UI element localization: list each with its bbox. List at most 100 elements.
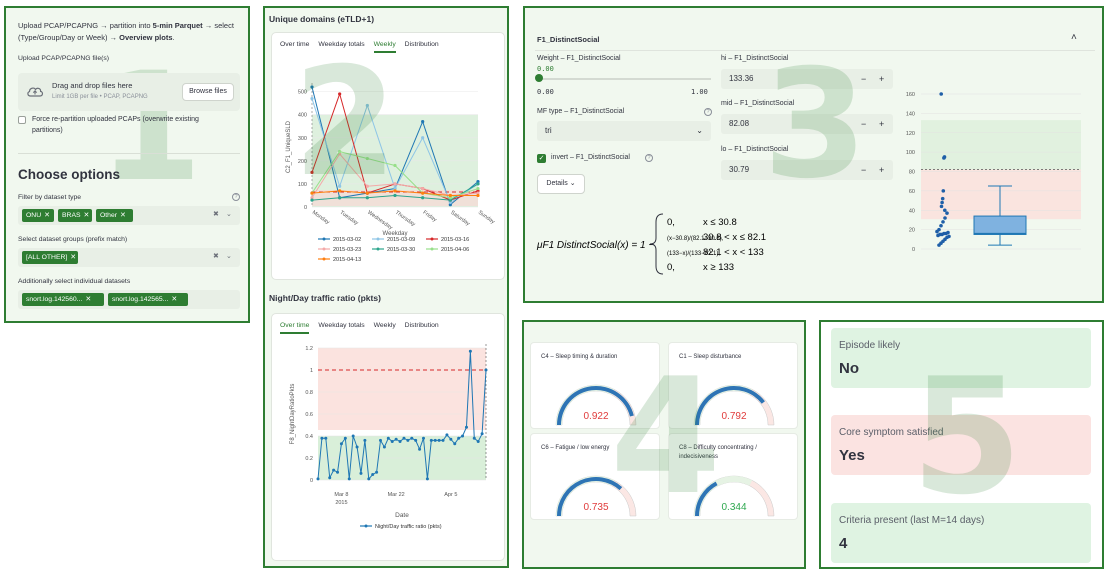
remove-tag-icon[interactable]: ✕ bbox=[85, 296, 91, 303]
tab-weekday-totals[interactable]: Weekday totals bbox=[318, 322, 364, 329]
clear-all-icon[interactable]: ✖ bbox=[213, 210, 219, 218]
box-strip-chart[interactable]: 0 20 40 60 80 100 120 140 160 bbox=[895, 86, 1095, 266]
invert-checkbox[interactable]: ✓ bbox=[537, 154, 546, 163]
data-point bbox=[939, 92, 943, 96]
tab-weekly[interactable]: Weekly bbox=[373, 41, 396, 53]
clear-all-icon[interactable]: ✖ bbox=[213, 252, 219, 260]
minus-icon[interactable]: − bbox=[861, 69, 866, 89]
data-point bbox=[476, 193, 480, 198]
dataset-type-multiselect[interactable]: ONU ✕ BRAS ✕ Other ✕ ✖ ⌄ bbox=[18, 206, 240, 225]
intro-part-a: Upload PCAP/PCAPNG → partition into bbox=[18, 21, 153, 30]
help-icon[interactable]: ? bbox=[232, 193, 240, 201]
chevron-down-icon: ⌄ bbox=[696, 126, 703, 135]
data-point bbox=[310, 96, 314, 101]
minus-icon[interactable]: − bbox=[861, 160, 866, 180]
formula-lhs: μF1 DistinctSocial(x) = 1 − bbox=[536, 240, 654, 251]
data-point bbox=[421, 186, 425, 191]
tag-other[interactable]: Other ✕ bbox=[96, 209, 133, 222]
data-point bbox=[382, 445, 386, 449]
x-axis-label: Date bbox=[395, 512, 409, 519]
lo-input[interactable]: 30.79 − + bbox=[721, 160, 893, 180]
mid-input[interactable]: 82.08 − + bbox=[721, 114, 893, 134]
data-point bbox=[406, 438, 410, 442]
data-point bbox=[429, 438, 433, 442]
data-point bbox=[371, 473, 375, 476]
data-point bbox=[365, 103, 369, 108]
y-tick-label: 0 bbox=[912, 247, 915, 253]
tag-all-other[interactable]: [ALL OTHER] ✕ bbox=[22, 251, 78, 264]
y-tick-label: 100 bbox=[906, 150, 915, 156]
chevron-down-icon[interactable]: ⌄ bbox=[226, 252, 232, 260]
tag-dataset[interactable]: snort.log.142565... ✕ bbox=[108, 293, 188, 306]
data-point bbox=[941, 220, 945, 224]
cloud-upload-icon bbox=[27, 87, 44, 97]
gauge-title: C4 – Sleep timing & duration bbox=[541, 354, 618, 360]
remove-tag-icon[interactable]: ✕ bbox=[44, 212, 50, 219]
legend-marker bbox=[430, 237, 434, 241]
data-point bbox=[390, 440, 394, 443]
chevron-up-icon[interactable]: ˄ bbox=[1071, 32, 1077, 43]
hi-input[interactable]: 133.36 − + bbox=[721, 69, 893, 89]
tab-weekday-totals[interactable]: Weekday totals bbox=[318, 41, 364, 48]
tab-distribution[interactable]: Distribution bbox=[405, 322, 439, 329]
data-point bbox=[365, 184, 369, 188]
x-tick-label: Tuesday bbox=[339, 210, 360, 227]
plus-icon[interactable]: + bbox=[879, 114, 884, 134]
tag-onu[interactable]: ONU ✕ bbox=[22, 209, 54, 222]
plus-icon[interactable]: + bbox=[879, 160, 884, 180]
help-icon[interactable]: ? bbox=[645, 154, 653, 162]
x-tick-label: Friday bbox=[422, 210, 438, 224]
mf-type-select[interactable]: tri ⌄ bbox=[537, 121, 711, 141]
choose-options-title: Choose options bbox=[18, 167, 120, 182]
file-dropzone[interactable]: Drag and drop files here Limit 1GB per f… bbox=[18, 73, 240, 111]
dataset-groups-multiselect[interactable]: [ALL OTHER] ✕ ✖ ⌄ bbox=[18, 248, 240, 267]
tab-over-time[interactable]: Over time bbox=[280, 41, 309, 48]
weekly-line-chart[interactable]: 0 100 200 300 400 500 Monday Tuesday Wednesday Th… bbox=[272, 57, 504, 279]
remove-tag-icon[interactable]: ✕ bbox=[84, 212, 90, 219]
data-point bbox=[365, 156, 369, 161]
data-point bbox=[441, 438, 445, 442]
remove-tag-icon[interactable]: ✕ bbox=[70, 254, 76, 261]
legend-label: 2015-03-09 bbox=[387, 237, 415, 243]
plus-icon[interactable]: + bbox=[879, 69, 884, 89]
tag-dataset[interactable]: snort.log.142560... ✕ bbox=[22, 293, 104, 306]
metric-value: 4 bbox=[839, 535, 848, 552]
y-tick-label: 100 bbox=[298, 182, 307, 188]
individual-datasets-multiselect[interactable]: snort.log.142560... ✕ snort.log.142565...… bbox=[18, 290, 240, 309]
data-point bbox=[939, 223, 943, 228]
minus-icon[interactable]: − bbox=[861, 114, 866, 134]
legend-marker bbox=[322, 237, 326, 241]
x-tick-label: Thursday bbox=[394, 210, 416, 228]
tab-weekly[interactable]: Weekly bbox=[374, 322, 396, 329]
gauge-value: 0.735 bbox=[583, 502, 608, 513]
data-point bbox=[332, 468, 336, 472]
remove-tag-icon[interactable]: ✕ bbox=[120, 212, 126, 219]
ratio-line-chart[interactable]: 0 0.2 0.4 0.6 0.8 1 1.2 Mar 8 Mar 22 Apr 5 2015 Dat… bbox=[272, 338, 504, 560]
chevron-down-icon[interactable]: ⌄ bbox=[226, 210, 232, 218]
browse-files-button[interactable]: Browse files bbox=[182, 83, 234, 101]
y-axis-label: F8_NightDayRatioPkts bbox=[290, 384, 296, 445]
case-cond-1: x ≤ 30.8 bbox=[703, 217, 737, 228]
data-point bbox=[367, 477, 371, 481]
upload-label: Upload PCAP/PCAPNG file(s) bbox=[18, 55, 110, 62]
force-repartition-checkbox[interactable] bbox=[18, 116, 26, 124]
weight-slider-track[interactable] bbox=[539, 78, 711, 80]
membership-formula: μF1 DistinctSocial(x) = 1 − 0, x ≤ 30.8 … bbox=[536, 213, 766, 275]
tab-over-time[interactable]: Over time bbox=[280, 322, 310, 334]
tag-bras[interactable]: BRAS ✕ bbox=[58, 209, 92, 222]
weight-slider-handle[interactable] bbox=[535, 74, 543, 82]
details-button[interactable]: Details ⌄ bbox=[537, 174, 585, 194]
chart-tabs: Over time Weekday totals Weekly Distribu… bbox=[280, 41, 446, 57]
gauge-title: C1 – Sleep disturbance bbox=[679, 354, 742, 360]
data-point bbox=[448, 193, 452, 198]
y-tick-label: 60 bbox=[909, 189, 915, 195]
data-point bbox=[937, 243, 941, 247]
tag-label: [ALL OTHER] bbox=[26, 254, 68, 261]
y-tick-label: 140 bbox=[906, 111, 915, 117]
data-point bbox=[449, 437, 453, 441]
help-icon[interactable]: ? bbox=[704, 108, 712, 116]
night-day-card: Over time Weekday totals Weekly Distribu… bbox=[271, 313, 505, 561]
remove-tag-icon[interactable]: ✕ bbox=[171, 296, 177, 303]
case-cond-4: x ≥ 133 bbox=[703, 262, 734, 273]
tab-distribution[interactable]: Distribution bbox=[405, 41, 439, 48]
